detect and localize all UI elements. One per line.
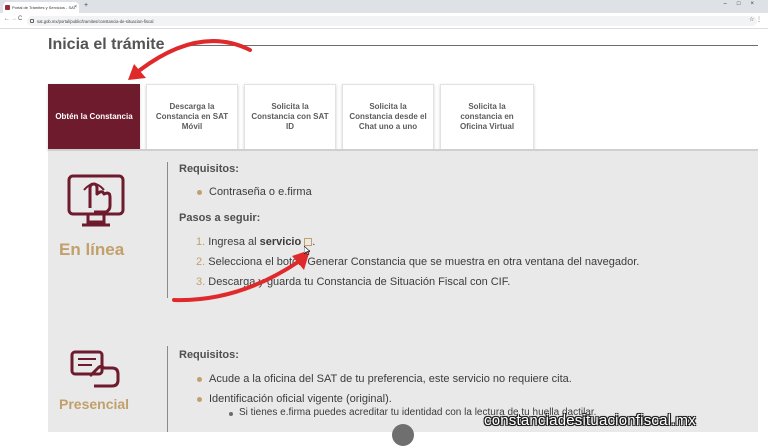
tab-sat-movil[interactable]: Descarga la Constancia en SAT Móvil [146, 84, 238, 150]
window-controls[interactable]: –□× [724, 1, 764, 7]
tab-chat-uno-a-uno[interactable]: Solicita la Constancia desde el Chat uno… [342, 84, 434, 150]
close-icon[interactable]: × [74, 4, 77, 10]
mouse-cursor-icon [304, 246, 310, 255]
online-requirement-item: Contraseña o e.firma [209, 186, 312, 198]
tab-obten-constancia[interactable]: Obtén la Constancia [48, 84, 140, 150]
browser-tab-strip: Portal de Trámites y Servicios - SAT × +… [0, 0, 768, 13]
presencial-requirement-1: Acude a la oficina del SAT de tu prefere… [209, 373, 572, 385]
forward-arrow-icon[interactable]: → [11, 16, 17, 22]
title-divider [186, 45, 758, 46]
bookmark-star-icon[interactable]: ☆ ⋮ [749, 16, 762, 23]
bullet-icon [197, 377, 202, 382]
sub-bullet-icon [229, 412, 233, 416]
online-hand-click-icon [67, 174, 125, 227]
website-watermark: constanciadesituacionfiscal.mx [484, 412, 696, 429]
online-modality-label: En línea [59, 240, 125, 259]
tab-sat-id[interactable]: Solicita la Constancia con SAT ID [244, 84, 336, 150]
panel-top-border [48, 149, 758, 151]
sat-favicon-icon [5, 5, 10, 10]
annotation-arrow-to-tab [128, 39, 252, 80]
reload-icon[interactable]: C [18, 16, 22, 22]
presencial-requirement-2: Identificación oficial vigente (original… [209, 393, 392, 405]
browser-tab-active[interactable]: Portal de Trámites y Servicios - SAT × [3, 2, 79, 13]
tab-content-panel [48, 150, 758, 432]
back-arrow-icon[interactable]: ← [4, 16, 10, 22]
browser-tab-title: Portal de Trámites y Servicios - SAT [12, 5, 76, 10]
lock-icon [30, 19, 34, 23]
tab-oficina-virtual[interactable]: Solicita la constancia en Oficina Virtua… [440, 84, 534, 150]
new-tab-button[interactable]: + [84, 2, 88, 9]
annotation-arrow-to-link [172, 250, 310, 303]
online-requirements-heading: Requisitos: [179, 163, 239, 175]
presencial-requirements-heading: Requisitos: [179, 349, 239, 361]
url-text: sat.gob.mx/portal/public/tramites/consta… [37, 19, 154, 24]
bullet-icon [197, 190, 202, 195]
browser-toolbar: ← → C sat.gob.mx/portal/public/tramites/… [0, 13, 768, 29]
presencial-divider [167, 346, 168, 432]
presencial-document-hand-icon [70, 350, 120, 388]
presencial-modality-label: Presencial [59, 396, 130, 412]
address-bar[interactable]: sat.gob.mx/portal/public/tramites/consta… [27, 16, 757, 26]
scroll-indicator[interactable] [392, 424, 414, 446]
online-steps-heading: Pasos a seguir: [179, 212, 261, 224]
bullet-icon [197, 397, 202, 402]
